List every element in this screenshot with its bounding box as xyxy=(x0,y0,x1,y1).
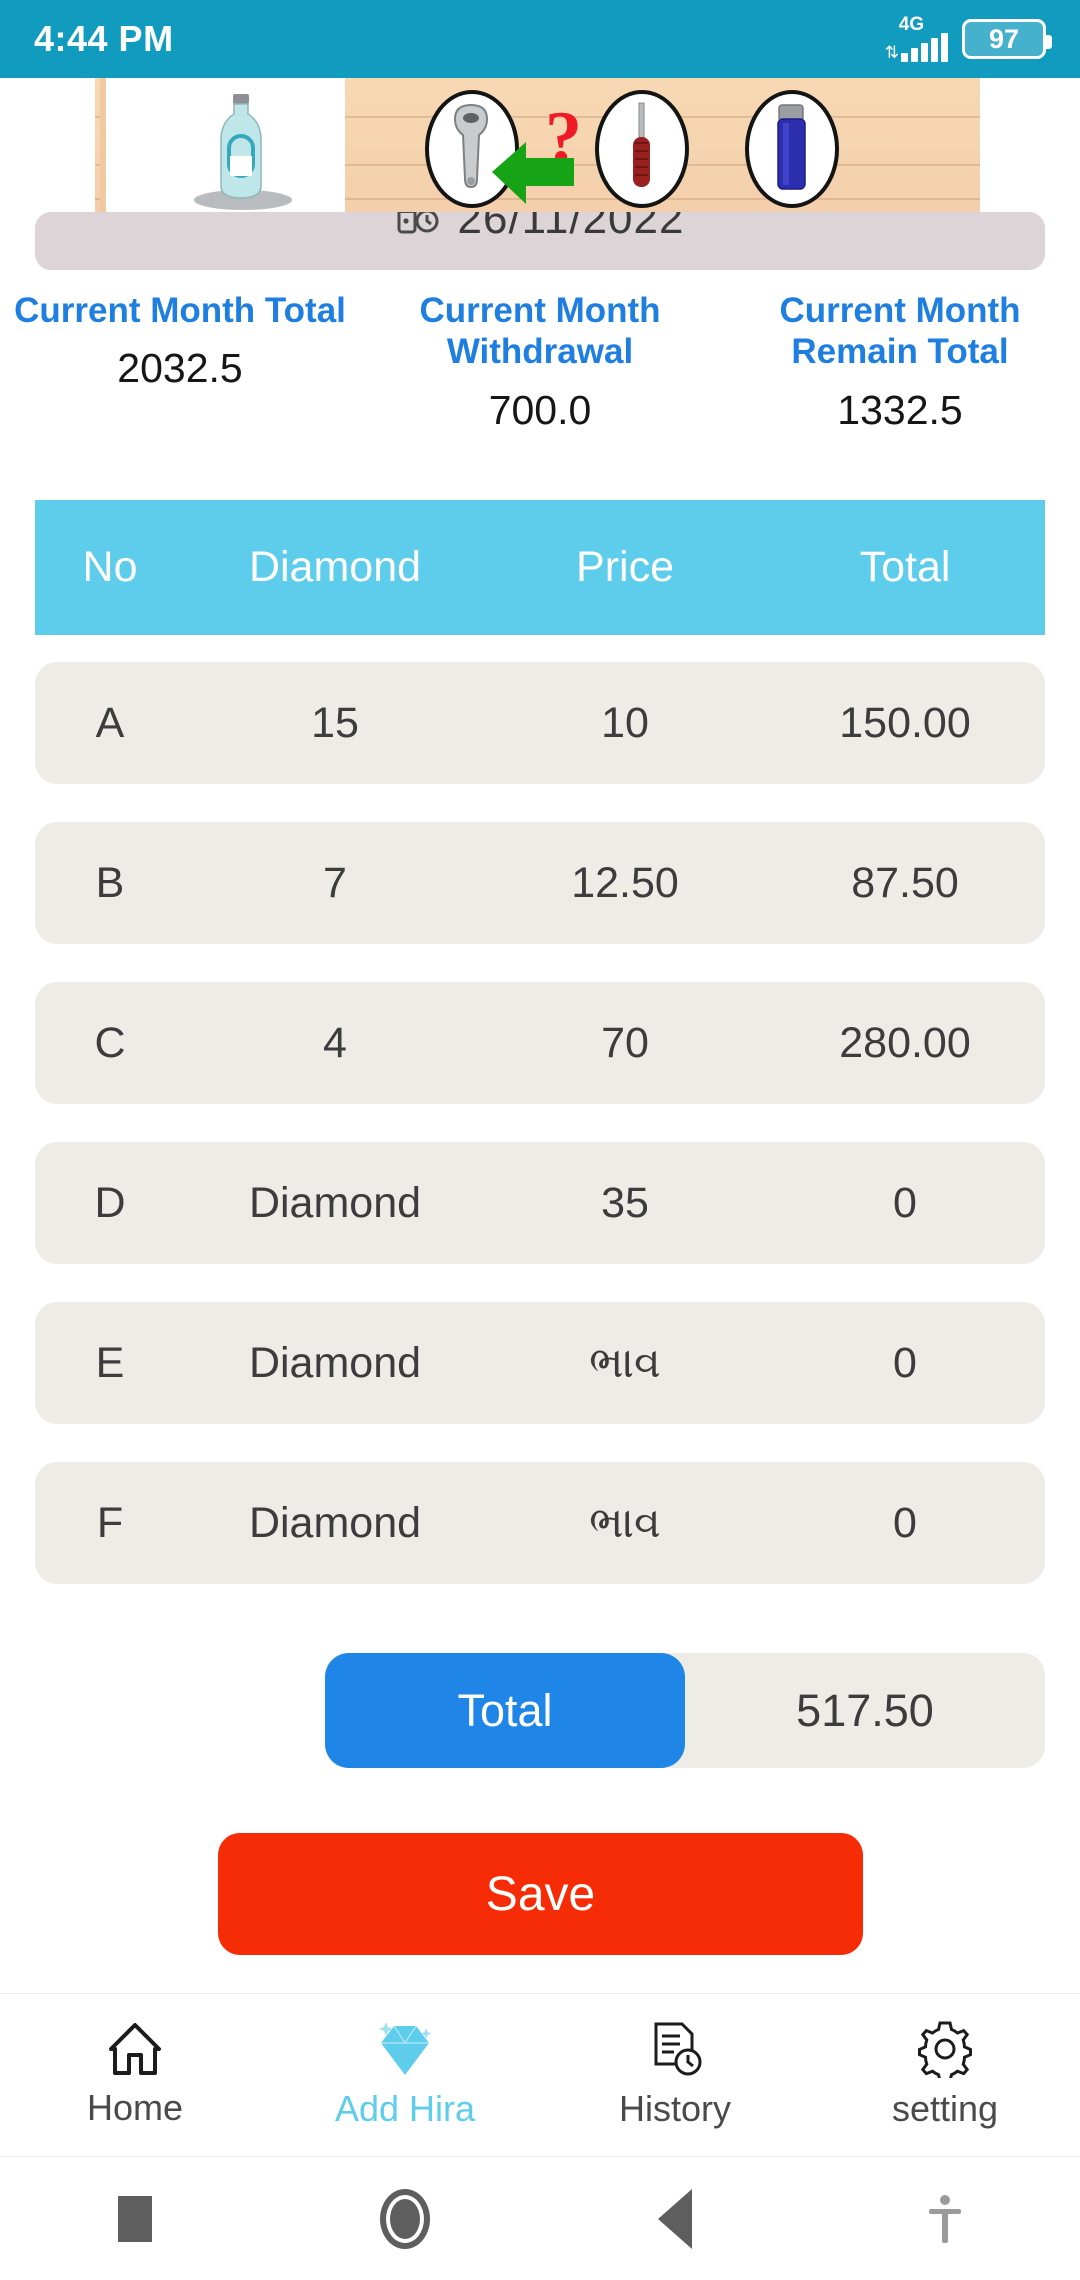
app-screen: 4:44 PM 4G ⇅ 97 ? 26/11/2022 Current Mon… xyxy=(0,0,1080,2280)
row-total: 0 xyxy=(893,1178,917,1227)
android-navigation-bar xyxy=(0,2156,1080,2280)
summary-label: Current Month Total xyxy=(14,291,346,330)
price-input[interactable]: 70 xyxy=(485,1019,765,1068)
nav-label: History xyxy=(618,2088,731,2129)
summary-value: 1332.5 xyxy=(837,386,963,433)
battery-icon: 97 xyxy=(962,19,1052,59)
row-label: C xyxy=(94,1018,126,1067)
accessibility-icon xyxy=(929,2194,961,2243)
calendar-clock-icon xyxy=(397,212,439,234)
nav-item-home[interactable]: Home xyxy=(0,1994,270,2156)
lighter-icon xyxy=(745,90,839,208)
battery-level-label: 97 xyxy=(988,23,1020,54)
table-row[interactable]: A 15 10 150.00 xyxy=(35,662,1045,784)
status-bar: 4:44 PM 4G ⇅ 97 xyxy=(0,0,1080,78)
bottom-navigation: Home Add Hira History setting xyxy=(0,1993,1080,2156)
nav-item-setting[interactable]: setting xyxy=(810,1994,1080,2156)
android-home-button[interactable] xyxy=(270,2188,540,2249)
signal-bars-icon: 4G ⇅ xyxy=(884,14,948,62)
recents-square-icon xyxy=(118,2195,152,2242)
network-type-label: 4G xyxy=(898,14,925,35)
price-input[interactable]: ભાવ xyxy=(485,1339,765,1388)
advertisement-banner[interactable]: ? xyxy=(95,78,980,218)
green-arrow-icon xyxy=(492,142,574,204)
diamond-input[interactable]: 4 xyxy=(185,1019,485,1068)
status-bar-clock: 4:44 PM xyxy=(34,18,174,59)
summary-current-month-remain-total: Current Month Remain Total 1332.5 xyxy=(720,290,1080,480)
row-total: 0 xyxy=(893,1498,917,1547)
android-accessibility-button[interactable] xyxy=(810,2193,1080,2245)
android-recents-button[interactable] xyxy=(0,2195,270,2242)
column-header-no: No xyxy=(82,543,138,591)
ad-product-panel xyxy=(100,78,345,218)
column-header-price: Price xyxy=(576,543,674,591)
gear-icon xyxy=(918,2021,972,2078)
summary-label: Current Month Withdrawal xyxy=(419,291,661,372)
nav-item-add-hira[interactable]: Add Hira xyxy=(270,1994,540,2156)
row-total: 150.00 xyxy=(839,698,971,747)
diamond-input[interactable]: Diamond xyxy=(185,1179,485,1228)
grand-total-value: 517.50 xyxy=(796,1684,934,1736)
row-label: B xyxy=(95,858,125,907)
summary-current-month-withdrawal: Current Month Withdrawal 700.0 xyxy=(360,290,720,480)
bottle-image xyxy=(220,94,262,199)
nav-item-history[interactable]: History xyxy=(540,1994,810,2156)
home-icon xyxy=(109,2023,161,2075)
grand-total-row: Total 517.50 xyxy=(325,1653,1045,1768)
table-row[interactable]: C 4 70 280.00 xyxy=(35,982,1045,1104)
price-input[interactable]: ભાવ xyxy=(485,1499,765,1548)
screwdriver-icon xyxy=(595,90,689,208)
summary-label: Current Month Remain Total xyxy=(779,291,1021,372)
summary-current-month-total: Current Month Total 2032.5 xyxy=(0,290,360,480)
row-label: A xyxy=(95,698,125,747)
date-value: 26/11/2022 xyxy=(457,212,685,243)
price-input[interactable]: 12.50 xyxy=(485,859,765,908)
row-label: F xyxy=(96,1498,124,1547)
nav-label: Add Hira xyxy=(334,2088,476,2129)
row-total: 0 xyxy=(893,1338,917,1387)
column-header-diamond: Diamond xyxy=(248,543,422,591)
table-row[interactable]: B 7 12.50 87.50 xyxy=(35,822,1045,944)
status-bar-icons: 4G ⇅ 97 xyxy=(884,14,1052,62)
home-circle-icon xyxy=(380,2188,430,2249)
history-icon xyxy=(654,2022,702,2076)
signal-strength-icon xyxy=(901,33,948,62)
diamond-input[interactable]: Diamond xyxy=(185,1499,485,1548)
summary-value: 2032.5 xyxy=(117,345,243,392)
row-total: 87.50 xyxy=(851,858,959,907)
row-label: E xyxy=(95,1338,125,1387)
total-button[interactable]: Total xyxy=(325,1653,685,1768)
summary-value: 700.0 xyxy=(488,386,592,433)
table-header: No Diamond Price Total xyxy=(35,500,1045,635)
price-input[interactable]: 10 xyxy=(485,699,765,748)
diamond-icon xyxy=(379,2022,432,2075)
diamond-input[interactable]: 7 xyxy=(185,859,485,908)
table-row[interactable]: D Diamond 35 0 xyxy=(35,1142,1045,1264)
diamond-input[interactable]: 15 xyxy=(185,699,485,748)
android-back-button[interactable] xyxy=(540,2188,810,2249)
table-row[interactable]: E Diamond ભાવ 0 xyxy=(35,1302,1045,1424)
nav-label: setting xyxy=(891,2088,999,2129)
table-row[interactable]: F Diamond ભાવ 0 xyxy=(35,1462,1045,1584)
data-transfer-icon: ⇅ xyxy=(884,43,899,62)
date-field[interactable]: 26/11/2022 xyxy=(35,212,1045,270)
back-triangle-icon xyxy=(658,2188,692,2249)
column-header-total: Total xyxy=(859,543,951,591)
table-rows: A 15 10 150.00 B 7 12.50 87.50 C 4 70 28… xyxy=(35,662,1045,1622)
row-total: 280.00 xyxy=(839,1018,971,1067)
summary-section: Current Month Total 2032.5 Current Month… xyxy=(0,290,1080,480)
save-button[interactable]: Save xyxy=(218,1833,863,1955)
diamond-input[interactable]: Diamond xyxy=(185,1339,485,1388)
price-input[interactable]: 35 xyxy=(485,1179,765,1228)
row-label: D xyxy=(94,1178,126,1227)
nav-label: Home xyxy=(86,2087,184,2128)
